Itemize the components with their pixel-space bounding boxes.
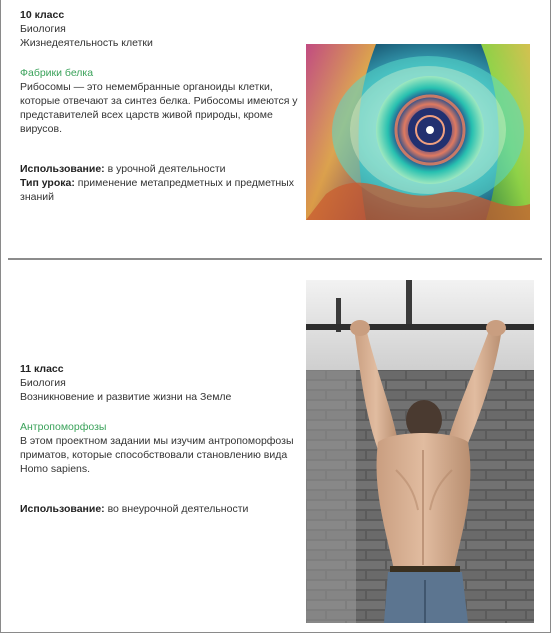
card-text: 10 класс Биология Жизнедеятельность клет… xyxy=(20,8,305,204)
subject-label: Биология xyxy=(20,23,66,35)
usage-value: в урочной деятельности xyxy=(104,163,226,175)
project-description: В этом проектном задании мы изучим антро… xyxy=(20,435,294,475)
grade-label: 11 класс xyxy=(20,363,64,375)
project-title[interactable]: Антропоморфозы xyxy=(20,420,305,434)
eye-illustration-art xyxy=(306,44,530,220)
usage-value: во внеурочной деятельности xyxy=(104,503,249,515)
usage-row: Использование: в урочной деятельности xyxy=(20,162,305,176)
eye-illustration xyxy=(306,44,530,220)
section-divider xyxy=(8,258,542,260)
card-meta: Использование: в урочной деятельности Ти… xyxy=(20,162,305,204)
project-title[interactable]: Фабрики белка xyxy=(20,66,305,80)
lesson-type-label: Тип урока: xyxy=(20,177,75,189)
usage-label: Использование: xyxy=(20,163,105,175)
grade-label: 10 класс xyxy=(20,9,65,21)
pull-up-photo xyxy=(306,280,534,623)
card-text: 11 класс Биология Возникновение и развит… xyxy=(20,362,305,516)
project-description: Рибосомы — это немембранные органоиды кл… xyxy=(20,81,298,135)
lesson-type-row: Тип урока: применение метапредметных и п… xyxy=(20,176,305,204)
usage-row: Использование: во внеурочной деятельност… xyxy=(20,502,305,516)
pull-up-photo-art xyxy=(306,280,534,623)
topic-label: Жизнедеятельность клетки xyxy=(20,37,153,49)
topic-label: Возникновение и развитие жизни на Земле xyxy=(20,391,232,403)
usage-label: Использование: xyxy=(20,503,105,515)
subject-label: Биология xyxy=(20,377,66,389)
card-meta: Использование: во внеурочной деятельност… xyxy=(20,502,305,516)
